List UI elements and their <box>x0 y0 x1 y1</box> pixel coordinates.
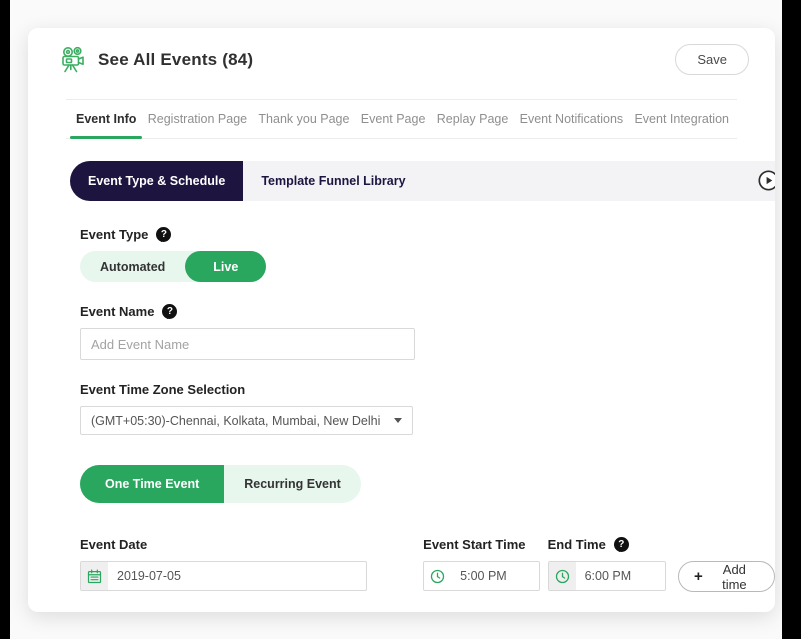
subtab-template-funnel-library[interactable]: Template Funnel Library <box>261 174 405 188</box>
tab-event-integration[interactable]: Event Integration <box>634 100 729 138</box>
clock-icon <box>548 562 576 590</box>
tab-replay-page[interactable]: Replay Page <box>437 100 509 138</box>
tab-registration-page[interactable]: Registration Page <box>148 100 247 138</box>
movie-camera-icon <box>58 45 88 75</box>
end-time-label-row: End Time ? <box>548 537 666 552</box>
start-time-input[interactable]: 5:00 PM <box>423 561 540 591</box>
event-name-label: Event Name <box>80 304 155 319</box>
timezone-selected-value: (GMT+05:30)-Chennai, Kolkata, Mumbai, Ne… <box>91 413 381 428</box>
end-time-value: 6:00 PM <box>584 569 632 583</box>
event-date-label-row: Event Date <box>80 537 367 552</box>
tab-event-info[interactable]: Event Info <box>69 100 143 139</box>
timezone-select[interactable]: (GMT+05:30)-Chennai, Kolkata, Mumbai, Ne… <box>80 406 413 435</box>
add-time-button[interactable]: + Add time <box>677 561 775 592</box>
event-type-label: Event Type <box>80 227 149 242</box>
schedule-option-recurring[interactable]: Recurring Event <box>224 465 361 503</box>
event-type-option-live[interactable]: Live <box>185 251 267 282</box>
page-title: See All Events (84) <box>98 49 254 69</box>
event-type-option-automated[interactable]: Automated <box>80 251 185 282</box>
end-time-label: End Time <box>547 537 606 552</box>
plus-icon: + <box>693 568 703 585</box>
end-time-column: End Time ? 6:00 PM <box>547 537 666 591</box>
event-name-help-icon[interactable]: ? <box>162 304 178 319</box>
start-time-label-row: Event Start Time <box>423 537 539 552</box>
event-date-input[interactable]: 2019-07-05 <box>80 561 368 591</box>
event-date-value: 2019-07-05 <box>117 569 181 583</box>
event-settings-card: See All Events (84) Save Event Info Regi… <box>28 28 775 612</box>
main-tab-bar: Event Info Registration Page Thank you P… <box>66 99 737 139</box>
clock-icon <box>424 562 451 590</box>
card-header: See All Events (84) Save <box>28 28 775 87</box>
play-circle-icon[interactable] <box>758 170 775 191</box>
subtab-event-type-schedule[interactable]: Event Type & Schedule <box>70 161 244 201</box>
page-background: See All Events (84) Save Event Info Regi… <box>10 0 782 639</box>
sub-tab-bar: Event Type & Schedule Template Funnel Li… <box>70 161 775 201</box>
start-time-label: Event Start Time <box>423 537 526 552</box>
timezone-label: Event Time Zone Selection <box>80 382 246 397</box>
start-time-value: 5:00 PM <box>460 569 507 583</box>
timezone-group: Event Time Zone Selection (GMT+05:30)-Ch… <box>80 382 775 435</box>
event-type-help-icon[interactable]: ? <box>156 227 172 242</box>
save-button[interactable]: Save <box>675 44 749 75</box>
event-date-column: Event Date 2019-07-05 <box>80 537 368 591</box>
event-date-label: Event Date <box>80 537 148 552</box>
end-time-input[interactable]: 6:00 PM <box>547 561 666 591</box>
tab-event-notifications[interactable]: Event Notifications <box>520 100 624 138</box>
event-name-input[interactable] <box>80 328 415 360</box>
event-form: Event Type ? Automated Live Event Name ?… <box>28 201 775 592</box>
event-name-label-row: Event Name ? <box>80 304 775 319</box>
calendar-icon <box>81 562 108 590</box>
event-type-toggle: Automated Live <box>80 251 267 282</box>
tab-event-page[interactable]: Event Page <box>361 100 426 138</box>
event-name-group: Event Name ? <box>80 304 775 360</box>
chevron-down-icon <box>394 418 402 423</box>
schedule-type-toggle: One Time Event Recurring Event <box>80 465 361 503</box>
schedule-option-one-time[interactable]: One Time Event <box>80 465 225 503</box>
schedule-row: Event Date 2019-07-05 Event Start Time 5… <box>80 537 775 592</box>
event-type-label-row: Event Type ? <box>80 227 775 242</box>
tab-thank-you-page[interactable]: Thank you Page <box>258 100 349 138</box>
end-time-help-icon[interactable]: ? <box>613 537 629 552</box>
timezone-label-row: Event Time Zone Selection <box>80 382 775 397</box>
start-time-column: Event Start Time 5:00 PM <box>423 537 540 591</box>
add-time-label: Add time <box>722 561 747 592</box>
